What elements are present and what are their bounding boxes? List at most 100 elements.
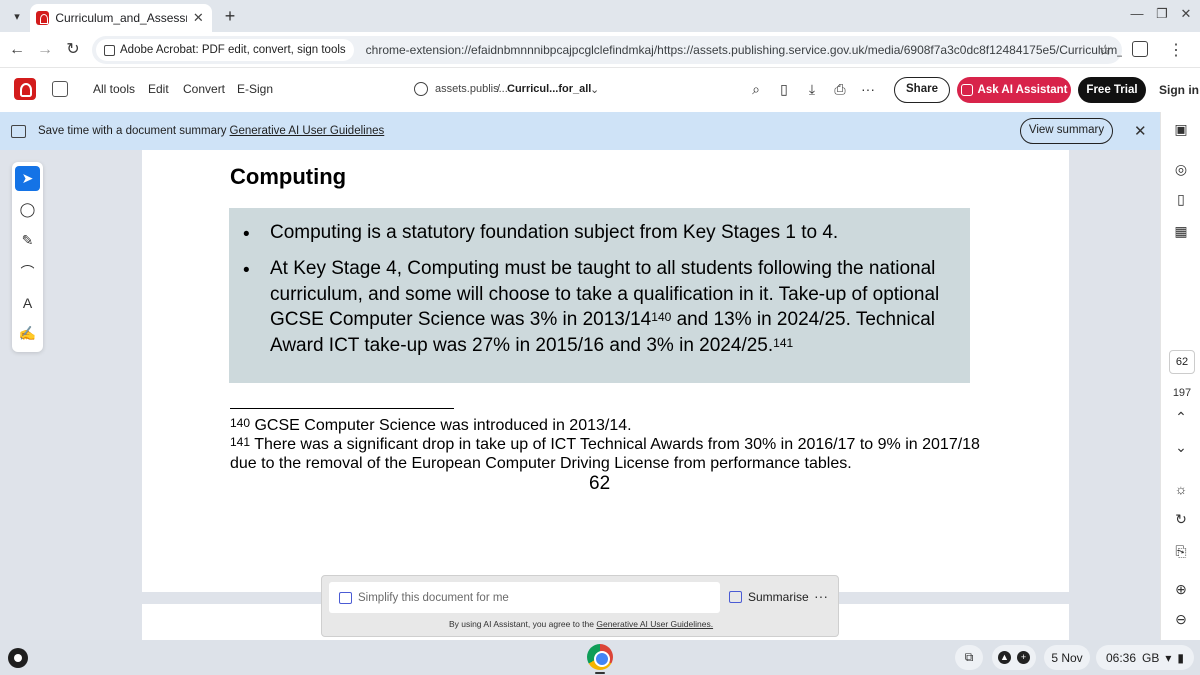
next-page-icon[interactable]: ⌄ bbox=[1172, 438, 1190, 456]
select-cursor-icon[interactable]: ➤ bbox=[15, 166, 40, 191]
launcher-icon[interactable] bbox=[8, 648, 28, 668]
free-trial-button[interactable]: Free Trial bbox=[1078, 77, 1146, 103]
acrobat-favicon-icon bbox=[36, 11, 50, 25]
extension-chip-label: Adobe Acrobat: PDF edit, convert, sign t… bbox=[120, 44, 346, 56]
clock: 06:36 bbox=[1105, 650, 1137, 665]
os-shelf: ⧉ ▲ + 5 Nov 06:36 GB ▾ ▮ bbox=[0, 640, 1200, 675]
legal-text: By using AI Assistant, you agree to the bbox=[448, 619, 597, 629]
menu-edit[interactable]: Edit bbox=[148, 82, 169, 96]
status-add-icon: + bbox=[1017, 651, 1030, 664]
comments-panel-icon[interactable]: ◎ bbox=[1172, 160, 1190, 178]
footnote-140: 140 GCSE Computer Science was introduced… bbox=[230, 416, 990, 435]
extract-page-icon[interactable]: ⎘ bbox=[1172, 542, 1190, 560]
acrobat-toolbar: All tools Edit Convert E-Sign assets.pub… bbox=[0, 68, 1200, 112]
ask-ai-label: Ask AI Assistant bbox=[977, 84, 1068, 96]
extension-chip[interactable]: Adobe Acrobat: PDF edit, convert, sign t… bbox=[96, 39, 354, 61]
forward-icon[interactable]: → bbox=[34, 39, 56, 61]
breadcrumb-separator: / bbox=[497, 83, 501, 95]
close-window-icon[interactable]: ✕ bbox=[1175, 6, 1197, 26]
zoom-out-icon[interactable]: ⊖ bbox=[1172, 610, 1190, 628]
summary-banner: Save time with a document summary Generat… bbox=[0, 112, 1160, 150]
footnote-text: There was a significant drop in take up … bbox=[230, 436, 980, 472]
footnote-number: 141 bbox=[230, 435, 251, 449]
ai-more-icon[interactable]: ··· bbox=[814, 588, 828, 604]
download-icon[interactable]: ⤓ bbox=[803, 80, 821, 98]
acrobat-logo-icon[interactable] bbox=[14, 78, 36, 100]
summarise-icon bbox=[729, 591, 742, 603]
search-icon[interactable]: ⌕ bbox=[747, 80, 765, 98]
thumbnails-icon[interactable]: ▦ bbox=[1172, 222, 1190, 240]
sign-in-link[interactable]: Sign in bbox=[1159, 83, 1199, 97]
address-bar[interactable]: Adobe Acrobat: PDF edit, convert, sign t… bbox=[92, 36, 1122, 64]
bullet-marker: • bbox=[243, 224, 250, 245]
browser-tab[interactable]: Curriculum_and_Assessment_F ✕ bbox=[30, 4, 212, 32]
chrome-menu-icon[interactable]: ⋮ bbox=[1168, 40, 1184, 60]
bullet-marker: • bbox=[243, 260, 250, 281]
bullet-text: Computing is a statutory foundation subj… bbox=[270, 222, 839, 243]
screen-capture-icon[interactable]: ⧉ bbox=[955, 645, 983, 670]
guidelines-link[interactable]: Generative AI User Guidelines bbox=[230, 125, 385, 137]
menu-all-tools[interactable]: All tools bbox=[93, 82, 135, 96]
more-options-icon[interactable]: ··· bbox=[859, 80, 877, 98]
sign-icon[interactable]: ✍ bbox=[15, 321, 40, 346]
summarise-button[interactable]: Summarise bbox=[729, 590, 809, 604]
footnote-ref-140[interactable]: 140 bbox=[651, 310, 671, 324]
wifi-icon: ▾ bbox=[1165, 650, 1172, 665]
share-button[interactable]: Share bbox=[894, 77, 950, 103]
tab-search-icon[interactable]: ▾ bbox=[6, 5, 28, 27]
globe-icon bbox=[414, 82, 428, 96]
date-display[interactable]: 5 Nov bbox=[1044, 645, 1090, 670]
new-tab-button[interactable]: + bbox=[220, 6, 240, 26]
ask-ai-assistant-button[interactable]: Ask AI Assistant bbox=[957, 77, 1071, 103]
tab-close-icon[interactable]: ✕ bbox=[191, 10, 206, 26]
legal-guidelines-link[interactable]: Generative AI User Guidelines. bbox=[596, 619, 713, 629]
brightness-icon[interactable]: ☼ bbox=[1172, 480, 1190, 498]
previous-page-icon[interactable]: ⌃ bbox=[1172, 408, 1190, 426]
summarise-label: Summarise bbox=[748, 590, 809, 604]
summary-box: • Computing is a statutory foundation su… bbox=[229, 208, 970, 383]
restore-icon[interactable]: ❐ bbox=[1151, 6, 1173, 26]
zoom-in-icon[interactable]: ⊕ bbox=[1172, 580, 1190, 598]
ai-legal-note: By using AI Assistant, you agree to the … bbox=[322, 619, 840, 629]
minimize-icon[interactable]: — bbox=[1126, 6, 1148, 26]
status-area[interactable]: 06:36 GB ▾ ▮ bbox=[1096, 645, 1194, 670]
reload-icon[interactable]: ↻ bbox=[62, 39, 84, 61]
view-summary-button[interactable]: View summary bbox=[1020, 118, 1113, 144]
banner-text: Save time with a document summary Generat… bbox=[38, 125, 384, 137]
pen-icon[interactable]: ✎ bbox=[15, 228, 40, 253]
print-icon[interactable]: ⎙ bbox=[831, 80, 849, 98]
footnote-number: 140 bbox=[230, 416, 251, 430]
breadcrumb-file[interactable]: Curricul...for_all bbox=[507, 83, 591, 95]
battery-icon: ▮ bbox=[1177, 650, 1184, 665]
keyboard-locale: GB bbox=[1142, 650, 1160, 665]
rotate-icon[interactable]: ↻ bbox=[1172, 510, 1190, 528]
menu-esign[interactable]: E-Sign bbox=[237, 82, 273, 96]
footnote-141: 141 There was a significant drop in take… bbox=[230, 435, 990, 473]
ai-prompt-input[interactable]: Simplify this document for me bbox=[329, 582, 720, 613]
chrome-browser-icon[interactable] bbox=[587, 644, 613, 670]
url-text[interactable]: chrome-extension://efaidnbmnnnibpcajpcgl… bbox=[366, 43, 1122, 57]
menu-convert[interactable]: Convert bbox=[183, 82, 225, 96]
extension-icon bbox=[104, 44, 115, 56]
bookmarks-icon[interactable]: ▯ bbox=[1172, 190, 1190, 208]
text-box-icon[interactable]: A bbox=[15, 290, 40, 315]
page-layout-icon[interactable]: ▯ bbox=[775, 80, 793, 98]
tray-status-icons[interactable]: ▲ + bbox=[992, 645, 1036, 670]
tool-rail: ➤ ◯ ✎ ⌒ A ✍ bbox=[12, 162, 43, 352]
ai-tools-icon[interactable] bbox=[52, 81, 68, 97]
footnote-divider bbox=[230, 408, 454, 409]
banner-close-icon[interactable]: ✕ bbox=[1134, 122, 1147, 140]
current-page-field[interactable]: 62 bbox=[1169, 350, 1195, 374]
footnote-text: GCSE Computer Science was introduced in … bbox=[250, 417, 632, 434]
tab-strip: ▾ Curriculum_and_Assessment_F ✕ + — ❐ ✕ bbox=[0, 0, 1200, 32]
ai-summary-icon[interactable]: ▣ bbox=[1172, 120, 1190, 138]
chevron-down-icon[interactable]: ⌄ bbox=[590, 83, 599, 96]
pdf-page: Computing • Computing is a statutory fou… bbox=[142, 150, 1069, 592]
back-icon[interactable]: ← bbox=[6, 39, 28, 61]
bookmark-star-icon[interactable]: ☆ bbox=[1099, 41, 1112, 59]
extensions-puzzle-icon[interactable] bbox=[1132, 41, 1148, 57]
lasso-icon[interactable]: ⌒ bbox=[15, 259, 40, 284]
footnote-ref-141[interactable]: 141 bbox=[773, 336, 793, 350]
comment-icon[interactable]: ◯ bbox=[15, 197, 40, 222]
ai-prompt-panel: Simplify this document for me Summarise … bbox=[321, 575, 839, 637]
